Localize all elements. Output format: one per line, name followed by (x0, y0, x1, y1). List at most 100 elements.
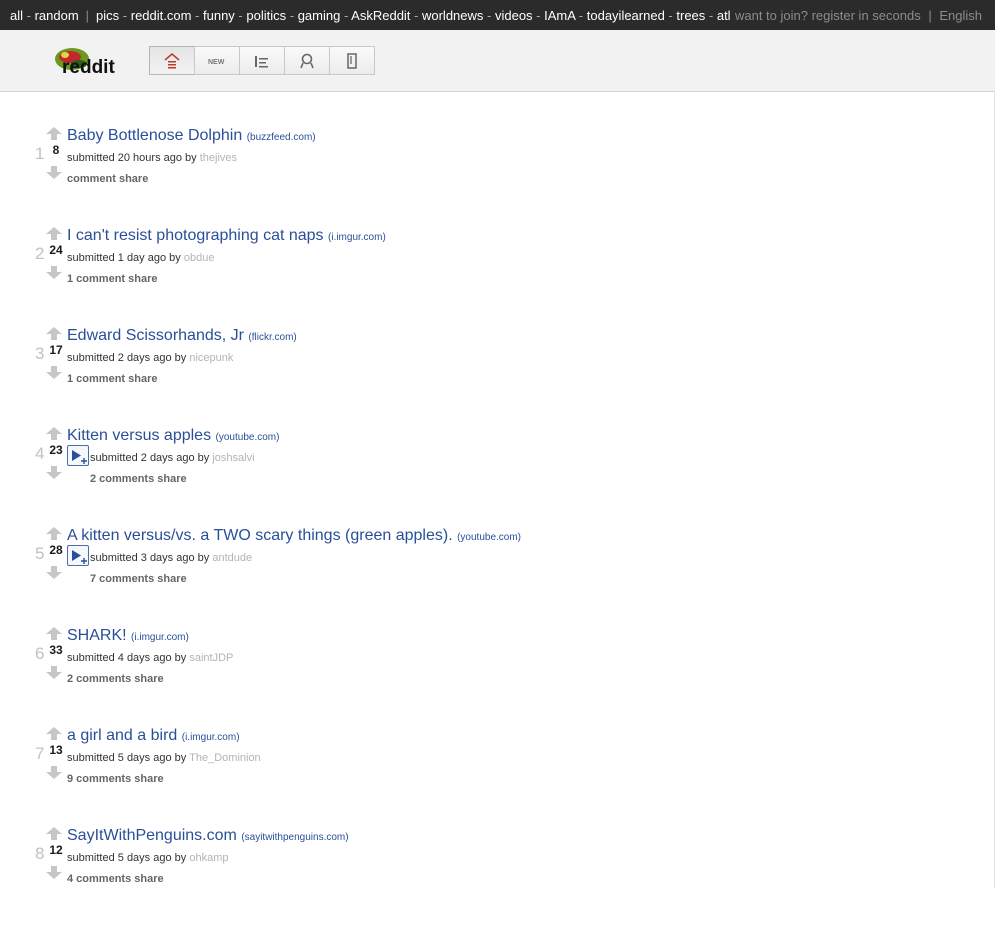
comments-link[interactable]: 2 comments (67, 673, 131, 685)
logo-text: reddit (62, 57, 115, 78)
share-link[interactable]: share (134, 873, 163, 885)
submitted-label: submitted (67, 152, 115, 164)
post-domain[interactable]: (youtube.com) (216, 432, 280, 443)
post-title-line: SHARK! (i.imgur.com) (67, 627, 189, 645)
tab-home[interactable] (149, 46, 195, 75)
post-title-link[interactable]: I can't resist photographing cat naps (67, 227, 324, 244)
post-domain[interactable]: (youtube.com) (457, 532, 521, 543)
post-domain[interactable]: (i.imgur.com) (328, 232, 386, 243)
post-title-link[interactable]: A kitten versus/vs. a TWO scary things (… (67, 527, 453, 544)
tab-top[interactable] (239, 46, 285, 75)
post-buttons: 4 comments share (67, 873, 164, 885)
subreddit-link-pics[interactable]: pics (96, 8, 119, 23)
subreddit-link-random[interactable]: random (35, 8, 79, 23)
comments-link[interactable]: 1 comment (67, 373, 125, 385)
separator: - (532, 8, 545, 23)
post-domain[interactable]: (flickr.com) (248, 332, 296, 343)
post-score: 33 (49, 643, 63, 657)
subreddit-link-funny[interactable]: funny (203, 8, 235, 23)
upvote-arrow-icon[interactable] (46, 427, 62, 440)
reddit-logo[interactable]: reddit (52, 45, 130, 79)
upvote-arrow-icon[interactable] (46, 327, 62, 340)
upvote-arrow-icon[interactable] (46, 227, 62, 240)
share-link[interactable]: share (157, 573, 186, 585)
subreddit-link-gaming[interactable]: gaming (298, 8, 341, 23)
separator: - (23, 8, 35, 23)
post-item: 3 17 Edward Scissorhands, Jr (flickr.com) s… (0, 327, 990, 427)
upvote-arrow-icon[interactable] (46, 627, 62, 640)
video-expando-button[interactable] (67, 445, 89, 466)
post-author-link[interactable]: The_Dominion (189, 752, 261, 764)
post-domain[interactable]: (i.imgur.com) (182, 732, 240, 743)
post-author-link[interactable]: antdude (212, 552, 252, 564)
post-tagline: submitted 5 days ago by ohkamp (67, 852, 228, 864)
post-tagline: submitted 20 hours ago by thejives (67, 152, 237, 164)
post-title-link[interactable]: SHARK! (67, 627, 127, 644)
comments-link[interactable]: 2 comments (90, 473, 154, 485)
language-link[interactable]: English (939, 8, 982, 23)
subreddit-link-politics[interactable]: politics (246, 8, 286, 23)
post-buttons: comment share (67, 173, 148, 185)
comments-link[interactable]: 1 comment (67, 273, 125, 285)
share-link[interactable]: share (134, 773, 163, 785)
video-expando-button[interactable] (67, 545, 89, 566)
subreddit-link-atl[interactable]: atl (717, 8, 731, 23)
comments-link[interactable]: comment (67, 173, 116, 185)
share-link[interactable]: share (128, 373, 157, 385)
post-title-link[interactable]: Kitten versus apples (67, 427, 211, 444)
share-link[interactable]: share (119, 173, 148, 185)
share-link[interactable]: share (157, 473, 186, 485)
post-title-link[interactable]: a girl and a bird (67, 727, 177, 744)
post-domain[interactable]: (i.imgur.com) (131, 632, 189, 643)
upvote-arrow-icon[interactable] (46, 127, 62, 140)
post-title-link[interactable]: Edward Scissorhands, Jr (67, 327, 244, 344)
post-title-line: a girl and a bird (i.imgur.com) (67, 727, 240, 745)
post-author-link[interactable]: obdue (184, 252, 215, 264)
downvote-arrow-icon[interactable] (46, 566, 62, 579)
tab-new[interactable]: NEW (194, 46, 240, 75)
subreddit-link-todayilearned[interactable]: todayilearned (587, 8, 665, 23)
sort-tabs: NEW (149, 46, 375, 75)
subreddit-link-trees[interactable]: trees (676, 8, 705, 23)
post-score: 23 (49, 443, 63, 457)
upvote-arrow-icon[interactable] (46, 527, 62, 540)
upvote-arrow-icon[interactable] (46, 827, 62, 840)
post-title-link[interactable]: Baby Bottlenose Dolphin (67, 127, 242, 144)
post-tagline: submitted 2 days ago by nicepunk (67, 352, 233, 364)
share-link[interactable]: share (128, 273, 157, 285)
comments-link[interactable]: 9 comments (67, 773, 131, 785)
post-time: 20 hours ago (117, 152, 182, 164)
post-domain[interactable]: (sayitwithpenguins.com) (241, 832, 348, 843)
tab-awards[interactable] (284, 46, 330, 75)
post-title-link[interactable]: SayItWithPenguins.com (67, 827, 237, 844)
share-link[interactable]: share (134, 673, 163, 685)
downvote-arrow-icon[interactable] (46, 466, 62, 479)
subreddit-link-iama[interactable]: IAmA (544, 8, 575, 23)
downvote-arrow-icon[interactable] (46, 166, 62, 179)
comments-link[interactable]: 7 comments (90, 573, 154, 585)
downvote-arrow-icon[interactable] (46, 766, 62, 779)
downvote-arrow-icon[interactable] (46, 866, 62, 879)
subreddit-link-all[interactable]: all (10, 8, 23, 23)
saved-icon (347, 52, 357, 69)
register-link[interactable]: register in seconds (812, 8, 921, 23)
post-author-link[interactable]: nicepunk (189, 352, 233, 364)
subreddit-link-videos[interactable]: videos (495, 8, 533, 23)
upvote-arrow-icon[interactable] (46, 727, 62, 740)
post-author-link[interactable]: ohkamp (189, 852, 228, 864)
subreddit-link-worldnews[interactable]: worldnews (422, 8, 483, 23)
downvote-arrow-icon[interactable] (46, 366, 62, 379)
downvote-arrow-icon[interactable] (46, 666, 62, 679)
post-author-link[interactable]: thejives (200, 152, 237, 164)
want-to-join-link[interactable]: want to join? (735, 8, 808, 23)
downvote-arrow-icon[interactable] (46, 266, 62, 279)
comments-link[interactable]: 4 comments (67, 873, 131, 885)
tab-saved[interactable] (329, 46, 375, 75)
subreddit-link-askreddit[interactable]: AskReddit (351, 8, 410, 23)
by-label: by (174, 652, 187, 664)
post-author-link[interactable]: joshsalvi (212, 452, 254, 464)
post-buttons: 2 comments share (90, 473, 187, 485)
subreddit-link-reddit-com[interactable]: reddit.com (131, 8, 192, 23)
post-domain[interactable]: (buzzfeed.com) (247, 132, 316, 143)
post-author-link[interactable]: saintJDP (189, 652, 233, 664)
